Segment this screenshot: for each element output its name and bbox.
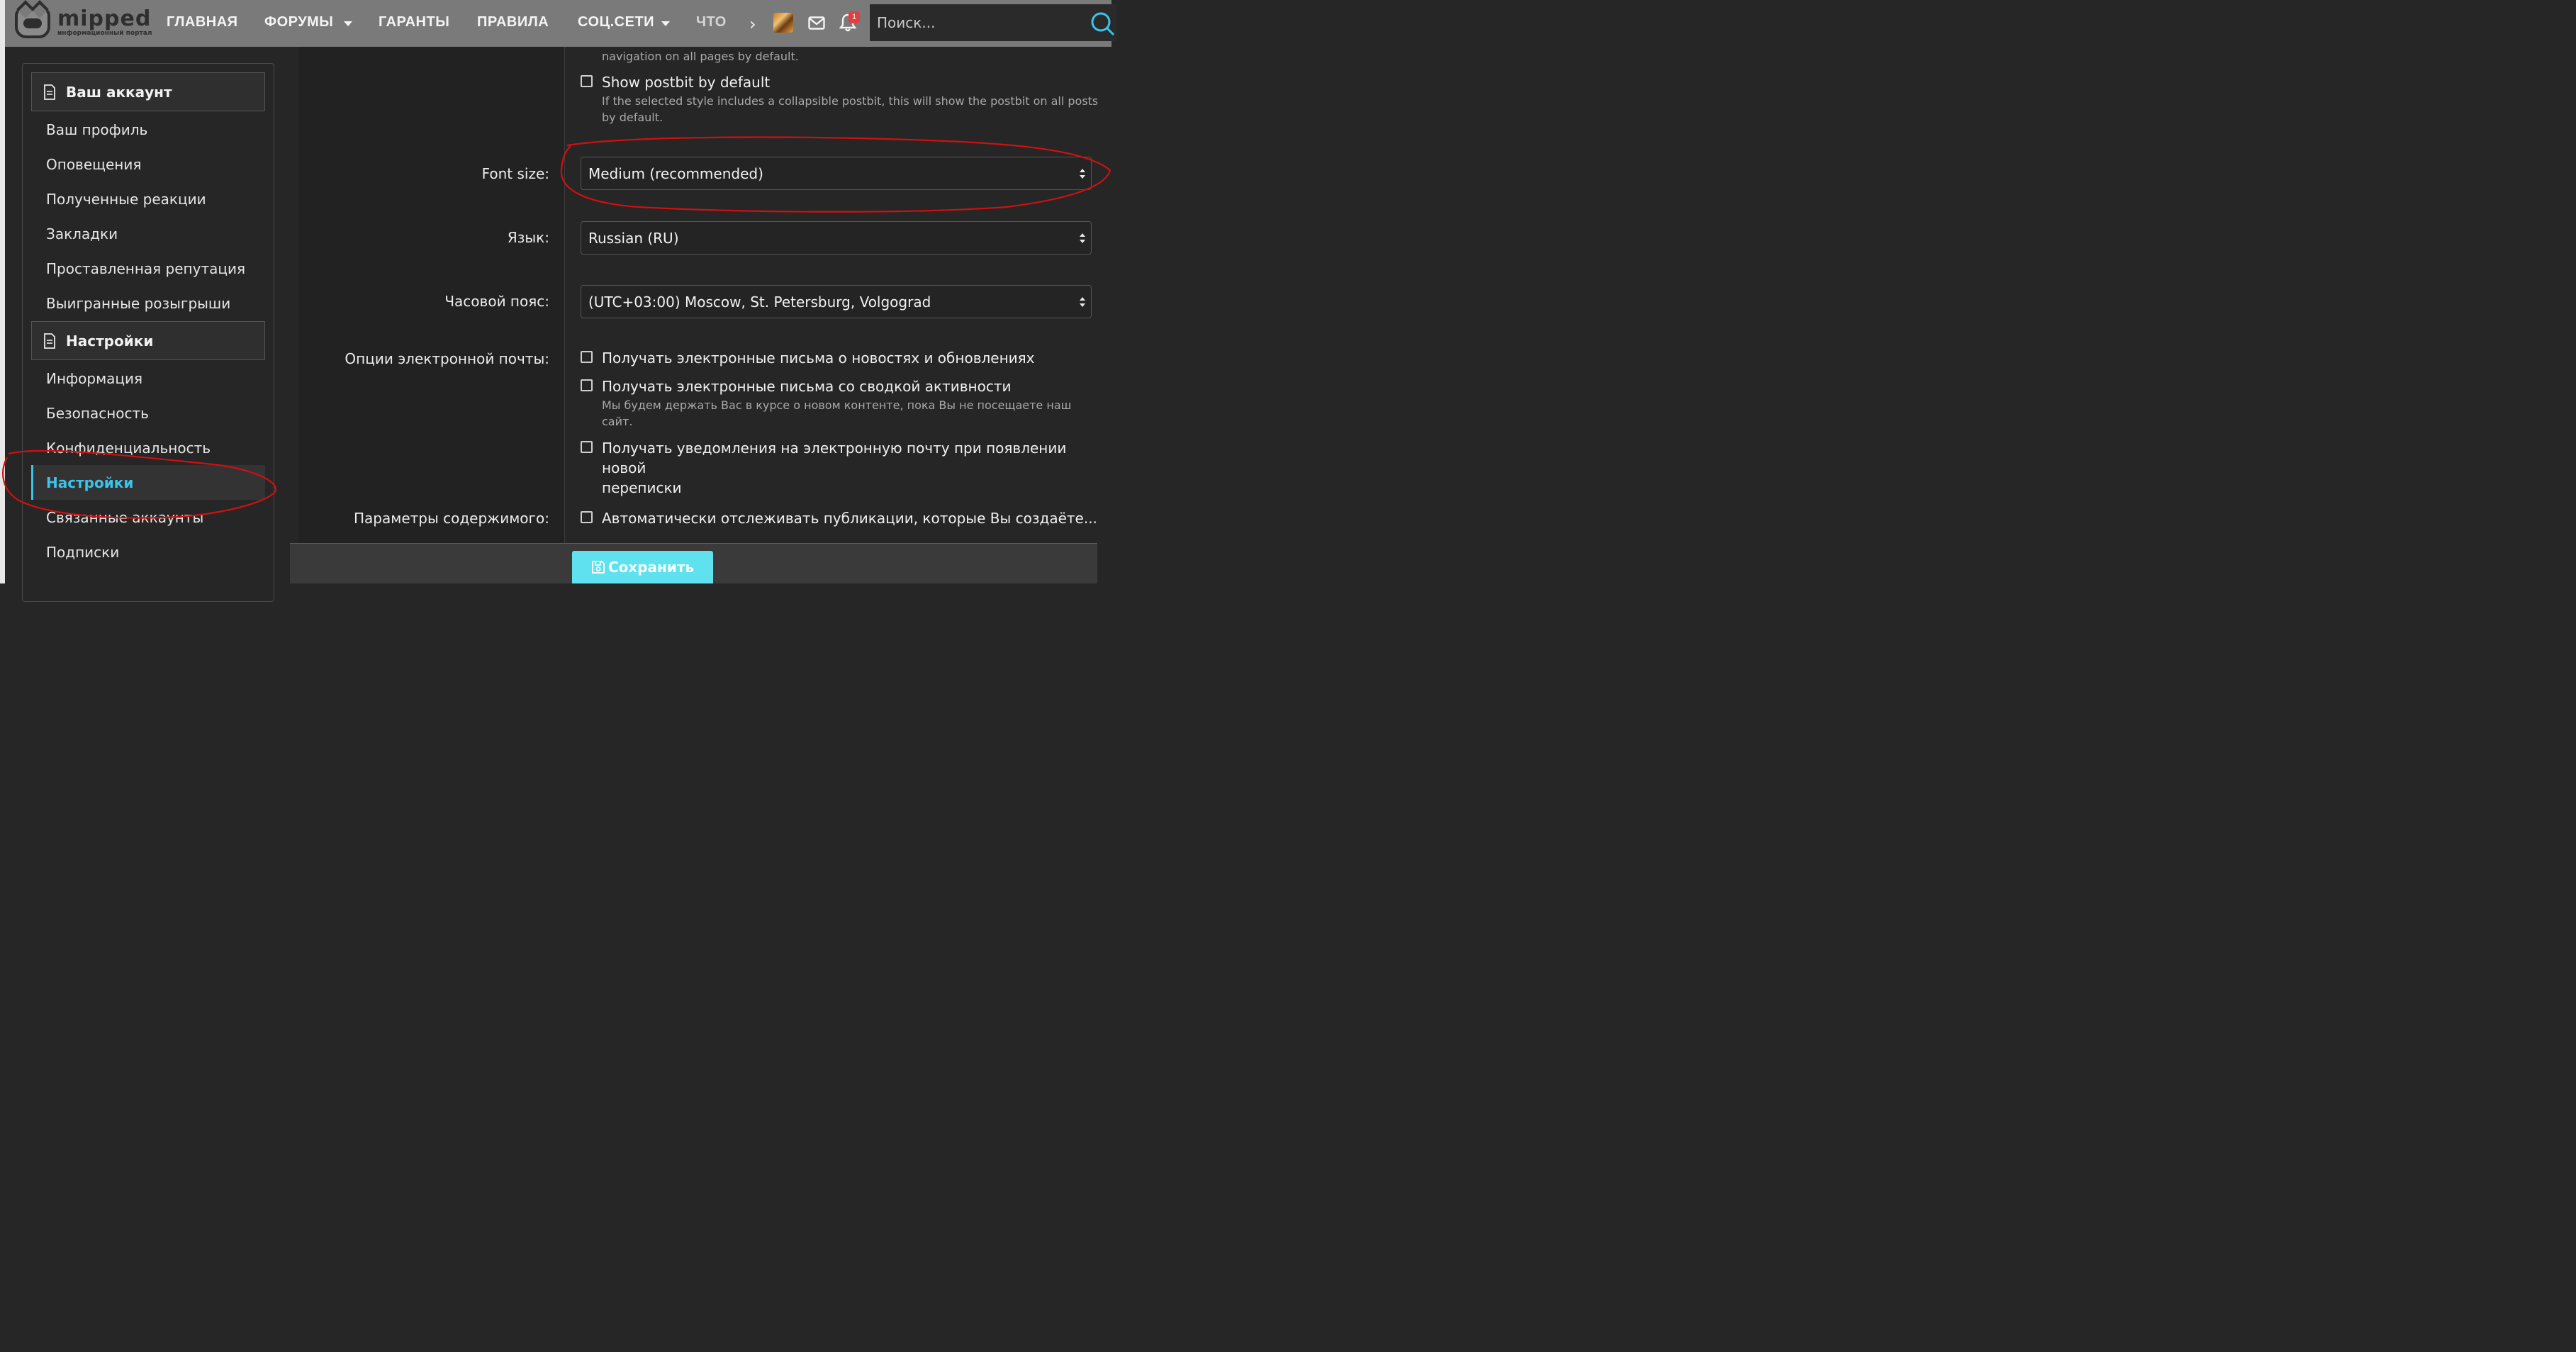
save-button[interactable]: Сохранить	[572, 551, 713, 583]
document-icon	[44, 84, 55, 100]
sidebar-item-connected-accounts[interactable]: Связанные аккаунты	[31, 500, 265, 535]
auto-watch-checkbox[interactable]	[581, 511, 593, 523]
top-hint-text: navigation on all pages by default.	[602, 50, 799, 63]
auto-watch-label[interactable]: Автоматически отслеживать публикации, ко…	[602, 508, 1097, 528]
window-edge	[0, 0, 5, 583]
sidebar-section-settings: Настройки	[31, 321, 265, 360]
brand-tagline: информационный портал	[57, 30, 152, 37]
sidebar-item-alerts[interactable]: Оповещения	[31, 147, 265, 181]
language-select[interactable]: Russian (RU)	[581, 221, 1092, 255]
font-size-value: Medium (recommended)	[588, 164, 763, 182]
sidebar-item-subscriptions[interactable]: Подписки	[31, 535, 265, 569]
language-value: Russian (RU)	[588, 229, 679, 247]
forums-dropdown-caret-icon[interactable]	[344, 21, 352, 26]
select-arrows-icon	[1080, 233, 1085, 243]
sidebar-item-security[interactable]: Безопасность	[31, 396, 265, 430]
email-conversation-label-line1[interactable]: Получать уведомления на электронную почт…	[602, 440, 1066, 476]
sidebar-section-settings-label: Настройки	[66, 332, 154, 350]
email-digest-hint-1: Мы будем держать Вас в курсе о новом кон…	[602, 398, 1072, 412]
timezone-label: Часовой пояс:	[444, 293, 549, 310]
email-news-label[interactable]: Получать электронные письма о новостях и…	[602, 348, 1035, 368]
account-sidebar: Ваш аккаунт Ваш профиль Оповещения Получ…	[22, 63, 274, 602]
document-icon	[44, 333, 55, 349]
select-arrows-icon	[1080, 297, 1085, 307]
language-label: Язык:	[507, 229, 549, 246]
nav-scroll-right-icon[interactable]: ›	[749, 14, 756, 34]
sidebar-item-preferences[interactable]: Настройки	[31, 465, 265, 500]
email-conversation-option[interactable]: Получать уведомления на электронную почт…	[581, 438, 1111, 498]
nav-item-social[interactable]: СОЦ.СЕТИ	[578, 14, 654, 30]
show-postbit-option[interactable]: Show postbit by default	[581, 72, 770, 92]
page-gutter	[1097, 47, 1111, 583]
nav-item-home[interactable]: ГЛАВНАЯ	[167, 14, 238, 30]
select-arrows-icon	[1080, 169, 1085, 179]
sidebar-item-privacy[interactable]: Конфиденциальность	[31, 430, 265, 465]
top-navigation-bar: mipped информационный портал ГЛАВНАЯ ФОР…	[5, 0, 1116, 47]
content-options-label: Параметры содержимого:	[353, 510, 549, 527]
email-conversation-checkbox[interactable]	[581, 441, 593, 453]
font-size-select[interactable]: Medium (recommended)	[581, 157, 1092, 190]
email-digest-label[interactable]: Получать электронные письма со сводкой а…	[602, 376, 1012, 396]
sidebar-item-reactions[interactable]: Полученные реакции	[31, 181, 265, 216]
auto-watch-option[interactable]: Автоматически отслеживать публикации, ко…	[581, 508, 1097, 528]
sidebar-item-information[interactable]: Информация	[31, 361, 265, 396]
email-digest-checkbox[interactable]	[581, 379, 593, 391]
save-button-label: Сохранить	[607, 559, 695, 576]
nav-item-forums[interactable]: ФОРУМЫ	[264, 14, 333, 30]
search-box	[870, 4, 1116, 41]
show-postbit-label[interactable]: Show postbit by default	[602, 72, 770, 92]
mail-icon[interactable]	[808, 16, 825, 30]
font-size-label: Font size:	[481, 165, 549, 182]
sidebar-item-profile[interactable]: Ваш профиль	[31, 112, 265, 147]
user-avatar[interactable]	[773, 13, 793, 33]
notification-count-badge: 1	[849, 11, 860, 23]
search-input[interactable]	[870, 4, 1082, 41]
nav-item-rules[interactable]: ПРАВИЛА	[477, 14, 549, 30]
timezone-value: (UTC+03:00) Moscow, St. Petersburg, Volg…	[588, 293, 931, 311]
email-digest-option[interactable]: Получать электронные письма со сводкой а…	[581, 376, 1012, 396]
email-conversation-label[interactable]: Получать уведомления на электронную почт…	[602, 438, 1111, 498]
show-postbit-hint-1: If the selected style includes a collaps…	[602, 94, 1099, 108]
save-icon	[591, 561, 605, 574]
social-dropdown-caret-icon[interactable]	[661, 21, 670, 26]
sidebar-item-reputation[interactable]: Проставленная репутация	[31, 251, 265, 286]
nav-item-what[interactable]: ЧТО	[696, 14, 727, 30]
email-news-checkbox[interactable]	[581, 351, 593, 363]
email-news-option[interactable]: Получать электронные письма о новостях и…	[581, 348, 1035, 368]
email-options-label: Опции электронной почты:	[345, 350, 549, 367]
sidebar-item-giveaways[interactable]: Выигранные розыгрыши	[31, 286, 265, 320]
site-logo[interactable]: mipped информационный портал	[15, 7, 152, 38]
show-postbit-checkbox[interactable]	[581, 75, 593, 87]
gamepad-cat-logo-icon	[15, 7, 50, 38]
sidebar-item-bookmarks[interactable]: Закладки	[31, 216, 265, 251]
show-postbit-hint-2: by default.	[602, 111, 663, 124]
timezone-select[interactable]: (UTC+03:00) Moscow, St. Petersburg, Volg…	[581, 285, 1092, 318]
search-icon[interactable]	[1090, 11, 1114, 35]
nav-item-guarantors[interactable]: ГАРАНТЫ	[379, 14, 449, 30]
email-digest-hint-2: сайт.	[602, 415, 633, 428]
email-conversation-label-line2[interactable]: переписки	[602, 479, 682, 496]
brand-name: mipped	[57, 6, 152, 31]
sidebar-section-account: Ваш аккаунт	[31, 72, 265, 111]
sidebar-section-account-label: Ваш аккаунт	[66, 83, 172, 101]
